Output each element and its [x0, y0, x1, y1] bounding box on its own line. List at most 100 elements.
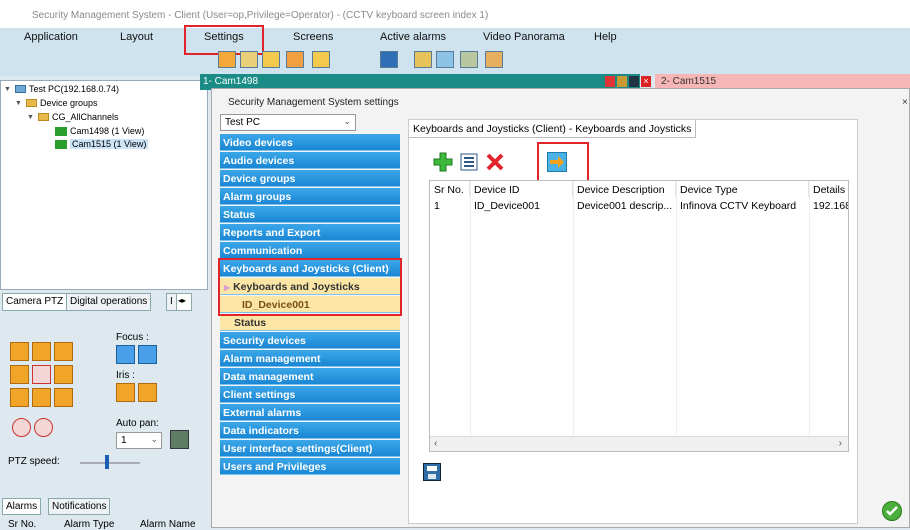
chevron-down-icon[interactable]: ▼: [15, 100, 23, 107]
menu-video-panorama[interactable]: Video Panorama: [483, 31, 565, 43]
settings-item-client-settings[interactable]: Client settings: [220, 386, 400, 403]
dialog-title: Security Management System settings: [228, 97, 399, 108]
layout-grid-icon[interactable]: [312, 51, 330, 68]
zoom-in-button[interactable]: [34, 418, 53, 437]
grid-horizontal-scrollbar[interactable]: ‹ ›: [430, 436, 848, 451]
ptz-up-right-button[interactable]: [54, 342, 73, 361]
chevron-down-icon: ⌄: [150, 434, 158, 444]
chevron-down-icon[interactable]: ▼: [27, 114, 35, 121]
settings-item-users-privileges[interactable]: Users and Privileges: [220, 458, 400, 475]
settings-item-status[interactable]: Status: [220, 206, 400, 223]
ptz-left-button[interactable]: [10, 365, 29, 384]
tree-camera-1515[interactable]: Cam1515 (1 View): [55, 139, 149, 149]
screen-icon[interactable]: [380, 51, 398, 68]
auto-pan-start-button[interactable]: [170, 430, 189, 449]
tab-scroll-left-icon[interactable]: ◂▸: [176, 293, 192, 311]
grid-cell-device-description[interactable]: Device001 descrip...: [573, 198, 676, 214]
close-icon[interactable]: ×: [641, 76, 651, 87]
tab-digital-operations[interactable]: Digital operations: [66, 293, 152, 311]
zoom-out-button[interactable]: [12, 418, 31, 437]
ptz-panel: Camera PTZ Digital operations I ◂▸ Focus…: [0, 290, 208, 490]
focus-far-button[interactable]: [138, 345, 157, 364]
settings-item-client-status[interactable]: Status: [220, 314, 400, 331]
scroll-right-icon[interactable]: ›: [839, 438, 842, 449]
ptz-down-left-button[interactable]: [10, 388, 29, 407]
menu-help[interactable]: Help: [594, 31, 617, 43]
ptz-down-button[interactable]: [32, 388, 51, 407]
add-icon[interactable]: [433, 152, 453, 172]
tab-alarms[interactable]: Alarms: [2, 498, 42, 515]
layout-2x2-icon[interactable]: [240, 51, 258, 68]
grid-header-device-description[interactable]: Device Description: [573, 181, 676, 197]
alarm-col-type: Alarm Type: [64, 519, 115, 530]
computer-icon: [15, 85, 26, 93]
camera-icon: [55, 126, 67, 136]
settings-item-security-devices[interactable]: Security devices: [220, 332, 400, 349]
globe-icon[interactable]: [414, 51, 432, 68]
alarm-tools-icon[interactable]: [460, 51, 478, 68]
ptz-home-button[interactable]: [32, 365, 51, 384]
settings-item-communication[interactable]: Communication: [220, 242, 400, 259]
grid-header-device-type[interactable]: Device Type: [676, 181, 809, 197]
ptz-up-button[interactable]: [32, 342, 51, 361]
settings-item-device-groups[interactable]: Device groups: [220, 170, 400, 187]
menu-application[interactable]: Application: [24, 31, 78, 43]
focus-near-button[interactable]: [116, 345, 135, 364]
grid-header-sr-no[interactable]: Sr No.: [430, 181, 470, 197]
iris-close-button[interactable]: [116, 383, 135, 402]
grid-header-device-id[interactable]: Device ID: [470, 181, 573, 197]
record-icon[interactable]: [605, 76, 615, 87]
iris-open-button[interactable]: [138, 383, 157, 402]
settings-item-ui-settings-client[interactable]: User interface settings(Client): [220, 440, 400, 457]
settings-item-external-alarms[interactable]: External alarms: [220, 404, 400, 421]
tab-keyboards-joysticks[interactable]: Keyboards and Joysticks (Client) - Keybo…: [409, 120, 697, 138]
dialog-close-icon[interactable]: ×: [902, 97, 908, 108]
grid-cell-sr-no[interactable]: 1: [430, 198, 470, 214]
settings-item-data-indicators[interactable]: Data indicators: [220, 422, 400, 439]
ptz-speed-slider[interactable]: [105, 455, 109, 469]
grid-cell-details[interactable]: 192.168: [809, 198, 848, 214]
menu-active-alarms[interactable]: Active alarms: [380, 31, 446, 43]
layout-3x3-icon[interactable]: [262, 51, 280, 68]
tree-camera-1498[interactable]: Cam1498 (1 View): [55, 126, 144, 136]
settings-item-alarm-management[interactable]: Alarm management: [220, 350, 400, 367]
snapshot-icon[interactable]: [617, 76, 627, 87]
settings-item-data-management[interactable]: Data management: [220, 368, 400, 385]
settings-item-reports-export[interactable]: Reports and Export: [220, 224, 400, 241]
settings-dialog: Security Management System settings × Te…: [211, 88, 910, 528]
save-icon[interactable]: [423, 463, 441, 481]
tab-notifications[interactable]: Notifications: [48, 498, 111, 515]
tab-camera-ptz[interactable]: Camera PTZ: [2, 293, 68, 311]
grid-cell-device-type[interactable]: Infinova CCTV Keyboard: [676, 198, 809, 214]
confirm-check-icon[interactable]: [882, 501, 902, 521]
tree-camera-label: Cam1498 (1 View): [70, 126, 145, 136]
keyboards-highlight-box: [218, 258, 402, 316]
pc-select[interactable]: Test PC ⌄: [220, 114, 356, 131]
ptz-right-button[interactable]: [54, 365, 73, 384]
magnifier-icon[interactable]: [436, 51, 454, 68]
edit-list-icon[interactable]: [459, 152, 479, 172]
settings-item-alarm-groups[interactable]: Alarm groups: [220, 188, 400, 205]
chevron-down-icon[interactable]: ▼: [4, 86, 12, 93]
camera-settings-icon[interactable]: [629, 76, 639, 87]
grid-column-divider: [809, 181, 810, 441]
ptz-up-left-button[interactable]: [10, 342, 29, 361]
settings-item-audio-devices[interactable]: Audio devices: [220, 152, 400, 169]
delete-icon[interactable]: [485, 152, 505, 172]
scroll-left-icon[interactable]: ‹: [434, 438, 437, 449]
grid-header-details[interactable]: Details: [809, 181, 848, 197]
layout-custom-icon[interactable]: [286, 51, 304, 68]
menu-layout[interactable]: Layout: [120, 31, 153, 43]
tree-channel-group[interactable]: ▼ CG_AllChannels: [27, 112, 119, 122]
ptz-speed-track: [80, 462, 140, 464]
tree-device-groups[interactable]: ▼ Device groups: [15, 98, 98, 108]
layout-1x1-icon[interactable]: [218, 51, 236, 68]
ptz-down-right-button[interactable]: [54, 388, 73, 407]
panorama-icon[interactable]: [485, 51, 503, 68]
auto-pan-select[interactable]: 1 ⌄: [116, 432, 162, 449]
tree-root-item[interactable]: ▼ Test PC(192.168.0.74): [4, 84, 119, 94]
video-pane-1-title: 1- Cam1498: [203, 76, 259, 87]
settings-item-video-devices[interactable]: Video devices: [220, 134, 400, 151]
menu-screens[interactable]: Screens: [293, 31, 333, 43]
grid-cell-device-id[interactable]: ID_Device001: [470, 198, 573, 214]
